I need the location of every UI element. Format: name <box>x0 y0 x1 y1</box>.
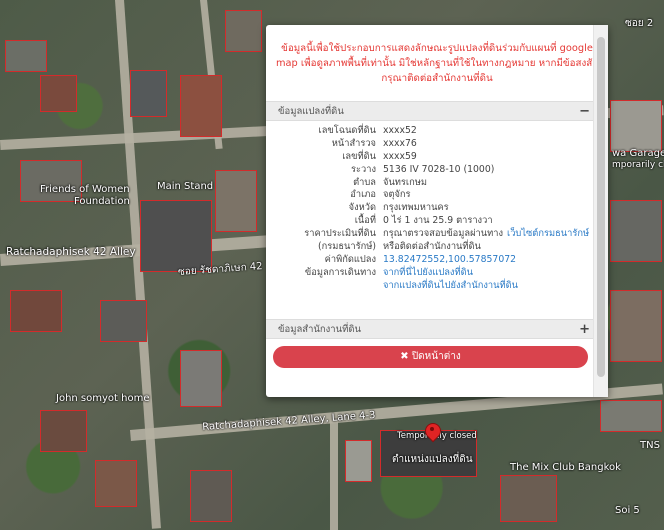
map-label-alley42: Ratchadaphisek 42 Alley <box>6 246 136 258</box>
section-office-title: ข้อมูลสำนักงานที่ดิน <box>278 324 362 335</box>
detail-label: (กรมธนารักษ์) <box>317 241 376 253</box>
detail-row: ค่าพิกัดแปลง 13.82472552,100.57857072 <box>266 254 594 267</box>
detail-value-text: หรือติดต่อสำนักงานที่ดิน <box>383 241 481 253</box>
detail-row: จากแปลงที่ดินไปยังสำนักงานที่ดิน <box>266 280 594 293</box>
map-label-main-stand: Main Stand <box>157 181 214 192</box>
detail-label: เลขโฉนดที่ดิน <box>318 125 376 136</box>
detail-label: อำเภอ <box>350 189 376 201</box>
section-office-info[interactable]: ข้อมูลสำนักงานที่ดิน + <box>266 319 594 339</box>
detail-value-text: กรุณาตรวจสอบข้อมูลผ่านทาง <box>383 228 504 240</box>
detail-label: ข้อมูลการเดินทาง <box>304 266 376 278</box>
map-label-bottom-right: TNS <box>640 440 660 451</box>
detail-label: ตำบล <box>353 176 376 188</box>
detail-value: กรุงเทพมหานคร <box>383 202 449 215</box>
detail-value: 5136 IV 7028-10 (1000) <box>383 164 494 177</box>
detail-label: หน้าสำรวจ <box>331 137 376 149</box>
detail-row: เลขที่ดิน xxxx59 <box>266 151 594 164</box>
detail-row: ข้อมูลการเดินทาง จากที่นี่ไปยังแปลงที่ดิน <box>266 267 594 280</box>
detail-link[interactable]: จากแปลงที่ดินไปยังสำนักงานที่ดิน <box>383 280 518 291</box>
detail-row: ระวาง 5136 IV 7028-10 (1000) <box>266 164 594 177</box>
detail-row: (กรมธนารักษ์) หรือติดต่อสำนักงานที่ดิน <box>266 241 594 254</box>
detail-row: อำเภอ จตุจักร <box>266 189 594 202</box>
detail-row: เลขโฉนดที่ดิน xxxx52 <box>266 125 594 138</box>
scrollbar[interactable] <box>593 25 608 397</box>
map-label-lane: Ratchadaphisek 42 Alley, Lane 4-3 <box>202 409 376 433</box>
map-label-john-home: John somyot home <box>56 393 150 404</box>
map-label-friends: Friends of Women <box>40 184 130 195</box>
detail-value: จากที่นี่ไปยังแปลงที่ดิน <box>383 267 473 280</box>
detail-value: หรือติดต่อสำนักงานที่ดิน <box>383 241 481 254</box>
map-label-pin: ตำแหน่งแปลงที่ดิน <box>392 454 473 465</box>
detail-value-text: กรุงเทพมหานคร <box>383 202 449 214</box>
detail-value-text: xxxx52 <box>383 125 417 136</box>
detail-row: ราคาประเมินที่ดิน กรุณาตรวจสอบข้อมูลผ่านท… <box>266 228 594 241</box>
map-label-top-right: ซอย 2 <box>625 18 654 29</box>
parcel-details: เลขโฉนดที่ดิน xxxx52 หน้าสำรวจ xxxx76 เลขที่… <box>266 125 594 293</box>
map-label-foundation: Foundation <box>74 196 130 207</box>
detail-link[interactable]: จากที่นี่ไปยังแปลงที่ดิน <box>383 267 473 278</box>
detail-value: กรุณาตรวจสอบข้อมูลผ่านทาง เว็บไซต์กรมธนาร… <box>383 228 589 241</box>
map-label-garage: wa Garage <box>612 148 664 159</box>
expand-icon[interactable]: + <box>579 320 590 340</box>
detail-value-text: xxxx59 <box>383 150 417 162</box>
detail-value-text: 0 ไร่ 1 งาน 25.9 ตารางวา <box>383 215 493 227</box>
section-parcel-info[interactable]: ข้อมูลแปลงที่ดิน − <box>266 101 594 121</box>
close-window-button[interactable]: ✖ ปิดหน้าต่าง <box>273 346 588 368</box>
detail-label: ค่าพิกัดแปลง <box>324 253 376 265</box>
detail-label: เลขที่ดิน <box>342 150 376 162</box>
detail-value: จตุจักร <box>383 189 411 202</box>
detail-label: ระวาง <box>351 163 376 175</box>
collapse-icon[interactable]: − <box>579 102 590 122</box>
map-label-soi5: Soi 5 <box>615 505 640 516</box>
map-label-closed-right: mporarily close <box>612 160 664 170</box>
detail-link[interactable]: 13.82472552,100.57857072 <box>383 254 516 265</box>
detail-link[interactable]: เว็บไซต์กรมธนารักษ์ <box>507 228 589 239</box>
detail-label: ราคาประเมินที่ดิน <box>304 228 376 240</box>
detail-label: เนื้อที่ <box>354 215 376 227</box>
detail-value: 13.82472552,100.57857072 <box>383 254 516 267</box>
detail-value-text: 5136 IV 7028-10 (1000) <box>383 163 495 175</box>
detail-row: จังหวัด กรุงเทพมหานคร <box>266 202 594 215</box>
detail-value: xxxx59 <box>383 151 417 164</box>
detail-value: 0 ไร่ 1 งาน 25.9 ตารางวา <box>383 215 493 228</box>
detail-row: ตำบล จันทรเกษม <box>266 177 594 190</box>
parcel-info-popup: × ข้อมูลนี้เพื่อใช้ประกอบการแสดงลักษณะรู… <box>266 25 608 397</box>
location-pin-icon[interactable] <box>421 419 445 443</box>
detail-value-text: xxxx76 <box>383 137 417 149</box>
detail-label: จังหวัด <box>348 202 376 214</box>
section-parcel-title: ข้อมูลแปลงที่ดิน <box>278 106 344 117</box>
detail-value: จากแปลงที่ดินไปยังสำนักงานที่ดิน <box>383 280 518 293</box>
detail-value-text: จันทรเกษม <box>383 176 427 188</box>
detail-value-text: จตุจักร <box>383 189 411 201</box>
detail-row: หน้าสำรวจ xxxx76 <box>266 138 594 151</box>
detail-value: xxxx76 <box>383 138 417 151</box>
detail-row: เนื้อที่ 0 ไร่ 1 งาน 25.9 ตารางวา <box>266 215 594 228</box>
disclaimer-notice: ข้อมูลนี้เพื่อใช้ประกอบการแสดงลักษณะรูปแ… <box>276 43 598 84</box>
detail-value: xxxx52 <box>383 125 417 138</box>
detail-value: จันทรเกษม <box>383 177 427 190</box>
map-label-mix-club: The Mix Club Bangkok <box>510 462 621 473</box>
